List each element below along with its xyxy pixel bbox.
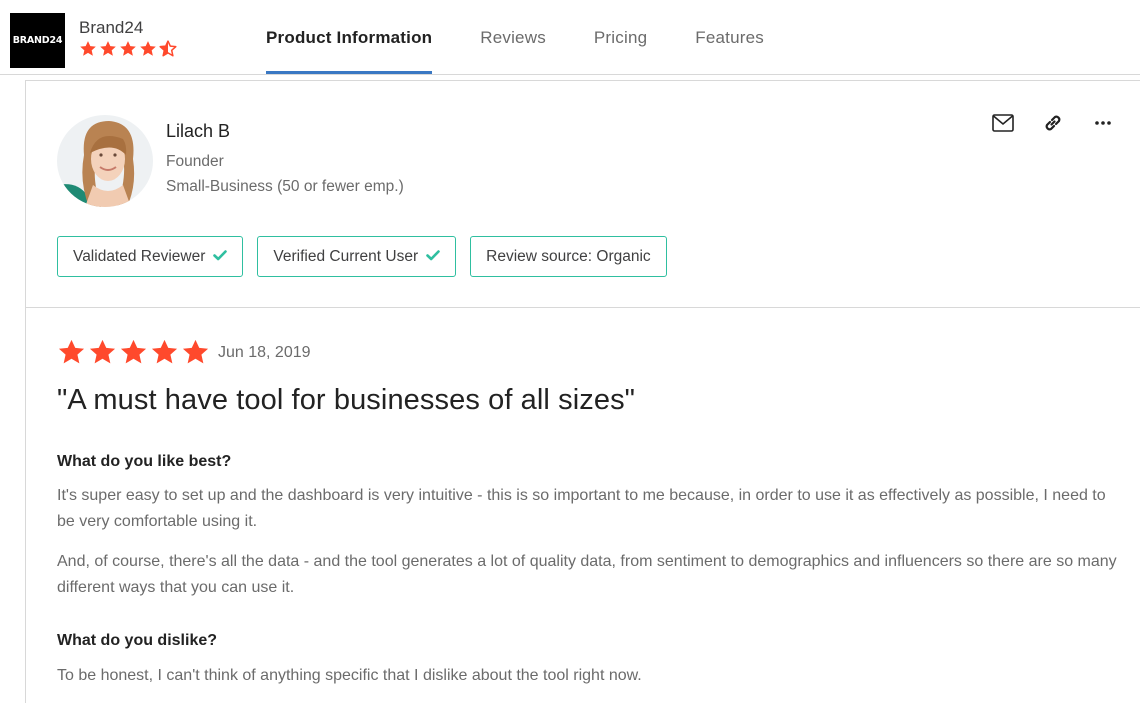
review-title: "A must have tool for businesses of all …: [57, 384, 636, 416]
badge-review-source[interactable]: Review source: Organic: [470, 236, 667, 277]
tab-pricing[interactable]: Pricing: [594, 0, 647, 75]
reviewer-segment: Small-Business (50 or fewer emp.): [166, 178, 404, 195]
star-full-icon: [140, 41, 156, 56]
star-full-icon: [89, 339, 116, 364]
section-divider: [26, 307, 1140, 308]
badge-verified-current-user[interactable]: Verified Current User: [257, 236, 457, 277]
review-date: Jun 18, 2019: [218, 344, 311, 361]
tab-product-information[interactable]: Product Information: [266, 0, 433, 75]
badge-label: Review source: Organic: [486, 247, 651, 265]
badge-label: Verified Current User: [273, 247, 419, 265]
reviewer-title: Founder: [166, 153, 224, 170]
product-logo[interactable]: BRAND24: [10, 13, 65, 68]
top-navigation-bar: BRAND24 Brand24 Product Information Revi…: [0, 0, 1140, 75]
check-icon: [213, 248, 228, 266]
product-name[interactable]: Brand24: [79, 18, 143, 38]
review-card: Lilach B Founder Small-Business (50 or f…: [25, 80, 1140, 703]
review-actions: [991, 111, 1115, 135]
tab-features[interactable]: Features: [695, 0, 764, 75]
badge-label: Validated Reviewer: [73, 247, 206, 265]
tab-reviews[interactable]: Reviews: [480, 0, 546, 75]
star-half-icon: [159, 40, 177, 57]
product-tabs: Product Information Reviews Pricing Feat…: [266, 0, 812, 75]
reviewer-avatar: [57, 115, 153, 207]
link-icon[interactable]: [1041, 111, 1065, 135]
mail-icon[interactable]: [991, 111, 1015, 135]
check-icon: [426, 248, 440, 266]
star-full-icon: [120, 41, 136, 56]
star-full-icon: [151, 339, 178, 364]
more-icon[interactable]: [1091, 111, 1115, 135]
reviewer-name: Lilach B: [166, 121, 231, 141]
like-best-paragraph-1: It's super easy to set up and the dashbo…: [57, 487, 1106, 530]
product-rating-stars: [79, 40, 177, 58]
dislike-heading: What do you dislike?: [57, 632, 218, 649]
logo-text: BRAND24: [12, 35, 63, 46]
review-rating-stars: [57, 338, 210, 367]
star-full-icon: [80, 41, 96, 56]
like-best-paragraph-2: And, of course, there's all the data - a…: [57, 553, 1117, 596]
reviewer-badges: Validated Reviewer Verified Current User…: [57, 236, 667, 277]
badge-validated-reviewer[interactable]: Validated Reviewer: [57, 236, 244, 277]
like-best-heading: What do you like best?: [57, 453, 232, 470]
star-full-icon: [58, 339, 85, 364]
dislike-paragraph-1: To be honest, I can't think of anything …: [57, 667, 642, 684]
avatar-image: [57, 115, 153, 207]
star-full-icon: [182, 339, 209, 364]
star-full-icon: [100, 41, 116, 56]
star-full-icon: [120, 339, 147, 364]
